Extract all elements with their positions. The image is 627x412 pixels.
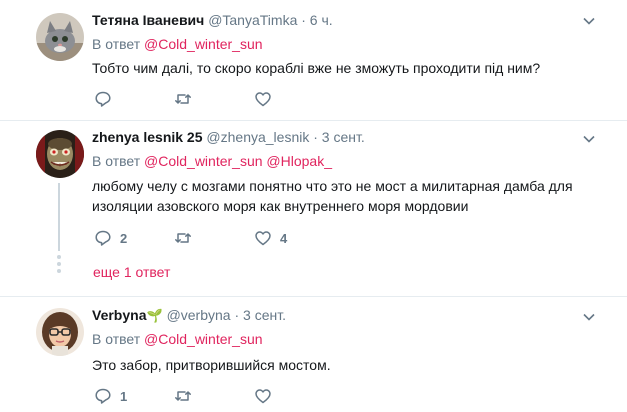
chevron-down-icon[interactable] (582, 310, 596, 324)
author-name[interactable]: Verbyna (92, 307, 146, 323)
tweet-actions (92, 90, 292, 110)
tweet-header: Verbyna🌱 @verbyna · 3 сент. (92, 307, 286, 324)
reply-to-link[interactable]: @Cold_winter_sun (144, 36, 263, 52)
retweet-button[interactable] (174, 90, 200, 108)
tweet-actions: 2 4 (92, 229, 312, 249)
reply-context: В ответ @Cold_winter_sun (92, 36, 263, 52)
reply-count: 1 (120, 388, 128, 404)
author-name[interactable]: Тетяна Іваневич (92, 12, 204, 28)
tweet-actions: 1 (92, 387, 292, 407)
like-icon (255, 231, 271, 246)
avatar[interactable] (36, 130, 84, 178)
tweet-text: Тобто чим далі, то скоро кораблі вже не … (92, 60, 541, 76)
reply-button[interactable]: 2 (94, 229, 127, 247)
show-more-replies-link[interactable]: еще 1 ответ (93, 264, 170, 280)
retweet-button[interactable] (174, 229, 200, 247)
reply-icon (95, 230, 111, 246)
author-handle[interactable]: @verbyna (167, 307, 231, 323)
retweet-button[interactable] (174, 387, 200, 405)
timestamp[interactable]: · 6 ч. (301, 12, 332, 28)
like-button[interactable] (254, 387, 280, 405)
tweet-2[interactable]: zhenya lesnik 25 @zhenya_lesnik · 3 сент… (0, 121, 627, 296)
timestamp[interactable]: · 3 сент. (313, 129, 365, 145)
chevron-down-icon[interactable] (582, 132, 596, 146)
like-count: 4 (280, 230, 288, 246)
author-handle[interactable]: @TanyaTimka (208, 12, 297, 28)
reply-button[interactable]: 1 (94, 387, 127, 405)
avatar[interactable] (36, 13, 84, 61)
reply-prefix: В ответ (92, 153, 141, 169)
tweet-header: Тетяна Іваневич @TanyaTimka · 6 ч. (92, 12, 333, 28)
author-name-emoji: 🌱 (146, 308, 163, 323)
tweet-text: Это забор, притворившийся мостом. (92, 357, 331, 373)
retweet-icon (175, 391, 191, 401)
tweet-1[interactable]: Тетяна Іваневич @TanyaTimka · 6 ч. В отв… (0, 0, 627, 120)
like-button[interactable]: 4 (254, 229, 287, 247)
avatar[interactable] (36, 308, 84, 356)
reply-button[interactable] (94, 90, 120, 108)
author-name[interactable]: zhenya lesnik 25 (92, 129, 203, 145)
like-button[interactable] (254, 90, 280, 108)
reply-context: В ответ @Cold_winter_sun @Hlopak_ (92, 153, 332, 169)
like-icon (255, 92, 271, 107)
tweet-text: любому челу с мозгами понятно что это не… (92, 178, 573, 214)
thread-line (58, 183, 60, 251)
thread-dots (57, 255, 61, 276)
tweet-header: zhenya lesnik 25 @zhenya_lesnik · 3 сент… (92, 129, 365, 145)
reply-to-link[interactable]: @Cold_winter_sun (144, 331, 263, 347)
reply-count: 2 (120, 230, 128, 246)
reply-to-link[interactable]: @Cold_winter_sun (144, 153, 263, 169)
reply-context: В ответ @Cold_winter_sun (92, 331, 263, 347)
reply-icon (95, 388, 111, 404)
retweet-icon (175, 233, 191, 243)
reply-prefix: В ответ (92, 331, 141, 347)
reply-to-link-2[interactable]: @Hlopak_ (266, 153, 332, 169)
tweet-3[interactable]: Verbyna🌱 @verbyna · 3 сент. В ответ @Col… (0, 297, 627, 412)
timestamp[interactable]: · 3 сент. (234, 307, 286, 323)
reply-prefix: В ответ (92, 36, 141, 52)
chevron-down-icon[interactable] (582, 14, 596, 28)
reply-icon (95, 91, 111, 107)
retweet-icon (175, 94, 191, 104)
author-handle[interactable]: @zhenya_lesnik (206, 129, 309, 145)
like-icon (255, 389, 271, 404)
